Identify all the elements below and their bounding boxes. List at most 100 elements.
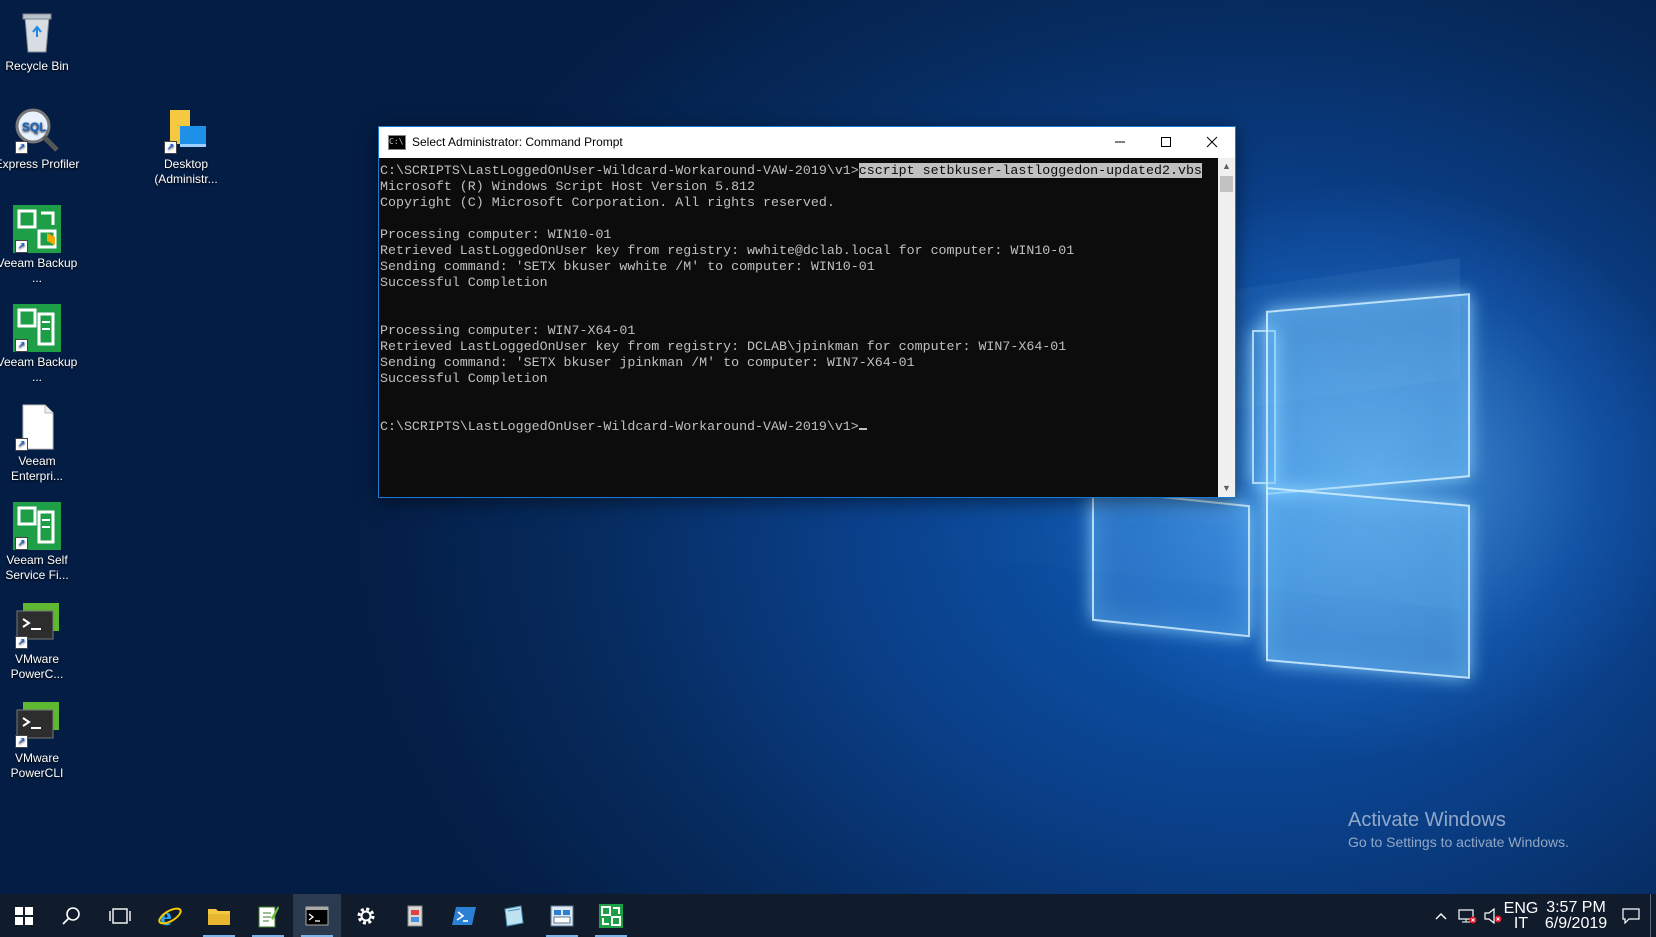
taskbar-app-8[interactable] [489,894,537,937]
recycle-bin-icon [13,8,61,56]
network-icon [1458,908,1477,923]
scrollbar-thumb[interactable] [1220,176,1233,192]
veeam-backup-icon: ↗ [13,205,61,253]
desktop-icon-label: Recycle Bin [5,59,69,73]
desktop-icon-label: Veeam Backup ... [0,256,78,285]
console-final-prompt: C:\SCRIPTS\LastLoggedOnUser-Wildcard-Wor… [380,419,859,434]
input-language-button[interactable]: ENG IT [1503,894,1539,937]
taskbar-app-6[interactable] [391,894,439,937]
show-desktop-button[interactable] [1650,894,1651,937]
desktop-icon-express-profiler[interactable]: SQL ↗ Express Profiler [0,106,82,172]
desktop-icon-veeam-backup-1[interactable]: ↗ Veeam Backup ... [0,205,82,286]
desktop-icon-label: VMware PowerCLI [10,751,64,780]
shortcut-arrow-icon: ↗ [15,735,28,748]
taskbar-app-veeam[interactable] [587,894,635,937]
search-button[interactable] [48,894,96,937]
folder-icon [208,908,230,925]
shortcut-arrow-icon: ↗ [15,240,28,253]
language-code: ENG [1503,899,1539,917]
shortcut-arrow-icon: ↗ [15,339,28,352]
desktop-icon-veeam-backup-2[interactable]: ↗ Veeam Backup ... [0,304,82,385]
notepad-icon [258,905,279,927]
folder-icon: ↗ [162,106,210,154]
desktop-icon-vmware-powercli-1[interactable]: ↗ VMware PowerC... [0,601,82,682]
logo-pane-left-bottom [1092,488,1250,638]
taskbar-app-notepad-plus[interactable] [244,894,292,937]
window-title: Select Administrator: Command Prompt [412,135,623,149]
clock-date: 6/9/2019 [1544,914,1608,932]
desktop-icon-label: Veeam Backup ... [0,355,78,384]
taskbar: e ENG IT 3:57 PM 6/9/2019 [0,894,1656,937]
desktop-icon-label: Veeam Self Service Fi... [5,553,69,582]
vertical-scrollbar[interactable]: ▲ ▼ [1218,158,1235,497]
task-view-icon [109,907,131,924]
console-output: Microsoft (R) Windows Script Host Versio… [380,179,1075,386]
clock-time: 3:57 PM [1546,898,1606,916]
logo-pane-right-bottom [1266,487,1470,679]
powercli-icon: ↗ [13,700,61,748]
shortcut-arrow-icon: ↗ [164,141,177,154]
desktop-icon-veeam-self-service[interactable]: ↗ Veeam Self Service Fi... [0,502,82,583]
start-button[interactable] [0,894,48,937]
shortcut-arrow-icon: ↗ [15,438,28,451]
notification-icon [1622,907,1640,924]
windows-logo-icon [15,906,33,925]
console-prompt: C:\SCRIPTS\LastLoggedOnUser-Wildcard-Wor… [380,163,859,178]
minimize-icon [1115,141,1125,143]
desktop-icon-label: Veeam Enterpri... [10,454,64,483]
document-icon: ↗ [13,403,61,451]
taskbar-app-settings[interactable] [342,894,390,937]
show-hidden-icons-button[interactable] [1428,894,1454,937]
taskbar-app-file-explorer[interactable] [195,894,243,937]
desktop-icon-vmware-powercli-2[interactable]: ↗ VMware PowerCLI [0,700,82,781]
desktop-icon-desktop-folder[interactable]: ↗ Desktop (Administr... [141,106,231,187]
command-prompt-icon [305,906,329,925]
network-tray-button[interactable] [1454,894,1480,937]
maximize-button[interactable] [1143,127,1189,157]
svg-text:SQL: SQL [22,120,47,134]
close-button[interactable] [1189,127,1235,157]
action-center-button[interactable] [1614,894,1648,937]
close-icon [1206,136,1218,148]
taskbar-app-command-prompt[interactable] [293,894,341,937]
speaker-muted-icon [1484,907,1502,924]
desktop-icon-recycle-bin[interactable]: Recycle Bin [0,8,82,74]
powershell-icon [452,906,476,925]
task-view-button[interactable] [96,894,144,937]
command-prompt-icon: C:\ [388,134,406,150]
veeam-self-service-icon: ↗ [13,502,61,550]
taskbar-app-powershell[interactable] [440,894,488,937]
volume-tray-button[interactable] [1480,894,1506,937]
activation-title: Activate Windows [1348,809,1506,831]
scroll-down-icon[interactable]: ▼ [1218,480,1235,497]
search-icon [62,906,80,925]
desktop-icon-veeam-enterprise[interactable]: ↗ Veeam Enterpri... [0,403,82,484]
keyboard-layout: IT [1513,914,1529,932]
maximize-icon [1161,137,1171,147]
taskbar-app-internet-explorer[interactable]: e [146,894,194,937]
desktop-icon-label: Desktop (Administr... [154,157,218,186]
console-text[interactable]: C:\SCRIPTS\LastLoggedOnUser-Wildcard-Wor… [379,158,1218,435]
window-titlebar[interactable]: C:\ Select Administrator: Command Prompt [379,127,1235,157]
taskbar-app-9[interactable] [538,894,586,937]
shortcut-arrow-icon: ↗ [15,537,28,550]
app-icon [550,905,574,926]
shortcut-arrow-icon: ↗ [15,141,28,154]
app-icon [504,904,524,927]
desktop-icon-label: Express Profiler [0,157,80,171]
internet-explorer-icon: e [158,903,182,929]
shortcut-arrow-icon: ↗ [15,636,28,649]
veeam-backup-icon: ↗ [13,304,61,352]
logo-pane-right-top [1266,293,1470,495]
command-prompt-window[interactable]: C:\ Select Administrator: Command Prompt… [378,126,1236,498]
selected-command[interactable]: cscript setbkuser-lastloggedon-updated2.… [858,163,1202,178]
minimize-button[interactable] [1097,127,1143,157]
desktop-icon-label: VMware PowerC... [10,652,64,681]
app-icon [407,905,423,926]
veeam-icon [599,903,623,928]
activation-watermark: Activate Windows Go to Settings to activ… [1348,808,1569,852]
console-output-area[interactable]: C:\SCRIPTS\LastLoggedOnUser-Wildcard-Wor… [379,158,1218,497]
sql-profiler-icon: SQL ↗ [13,106,61,154]
clock-button[interactable]: 3:57 PM 6/9/2019 [1540,894,1612,937]
scroll-up-icon[interactable]: ▲ [1218,158,1235,175]
